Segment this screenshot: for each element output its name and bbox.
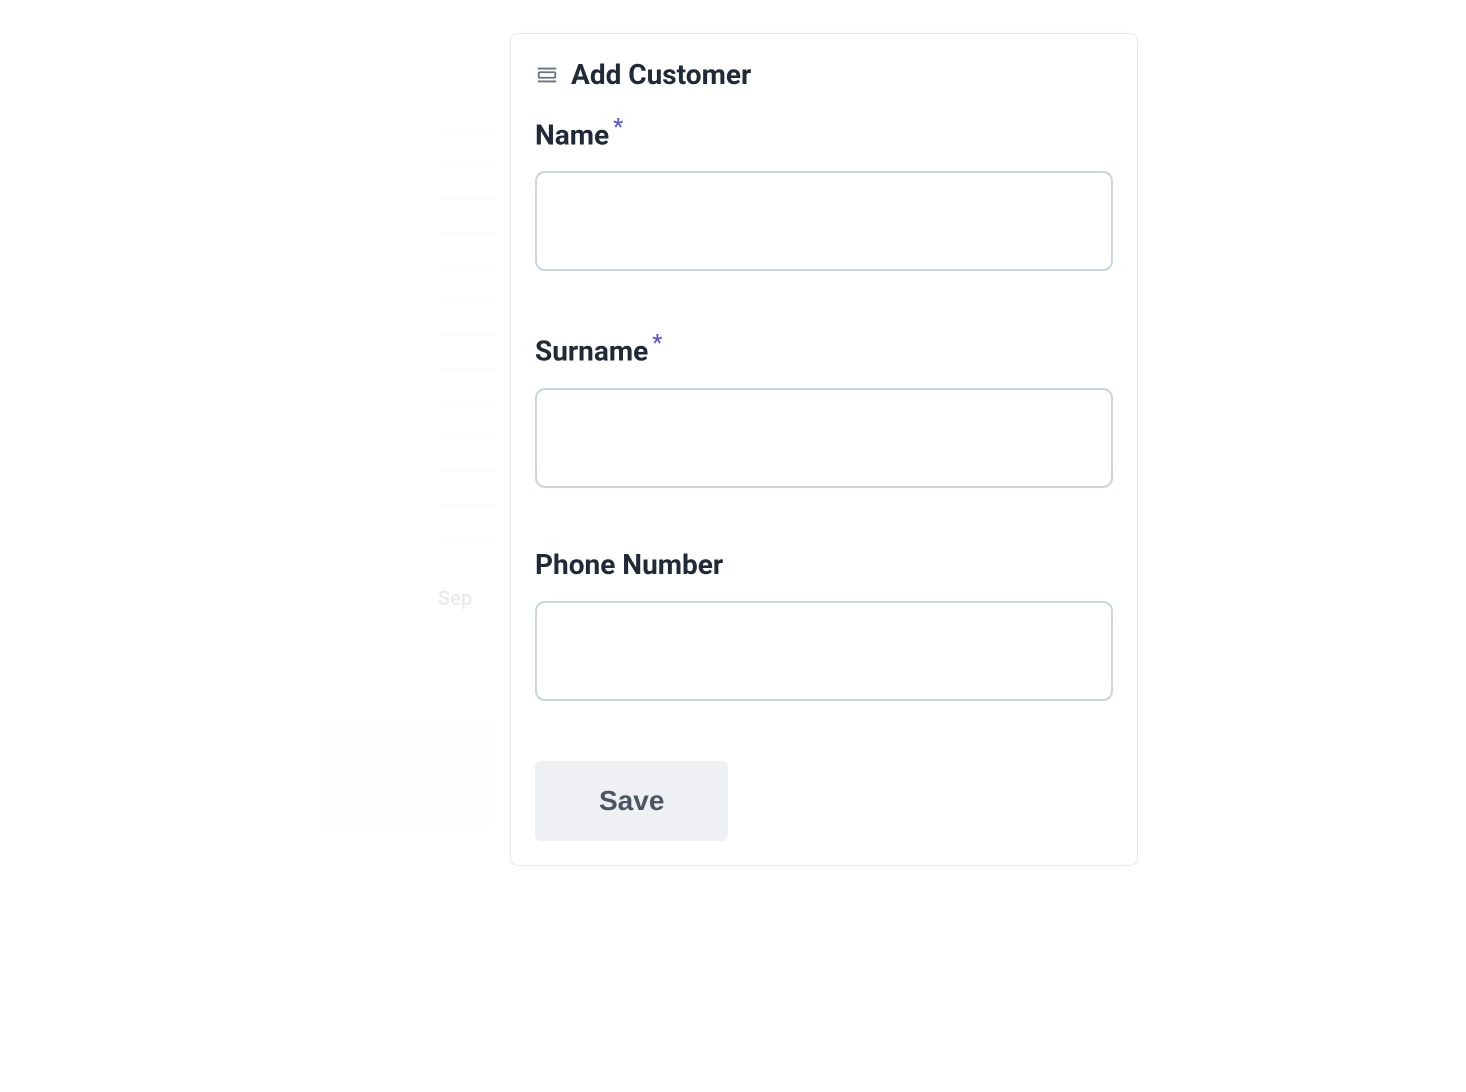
surname-label: Surname* xyxy=(535,331,1113,367)
background-month-label: Sep xyxy=(438,586,472,610)
surname-label-text: Surname xyxy=(535,335,648,368)
phone-input[interactable] xyxy=(535,601,1113,701)
phone-label: Phone Number xyxy=(535,548,1113,581)
name-label-text: Name xyxy=(535,118,609,151)
surname-input[interactable] xyxy=(535,388,1113,488)
phone-field-group: Phone Number xyxy=(535,548,1113,701)
drawer-header: Add Customer xyxy=(535,58,1113,91)
background-faded-content: Sep xyxy=(0,0,510,1092)
form-icon xyxy=(535,63,559,87)
required-star-icon: * xyxy=(613,115,623,140)
name-field-group: Name* xyxy=(535,115,1113,271)
phone-label-text: Phone Number xyxy=(535,548,723,581)
save-button[interactable]: Save xyxy=(535,761,728,841)
name-label: Name* xyxy=(535,115,1113,151)
surname-field-group: Surname* xyxy=(535,331,1113,487)
name-input[interactable] xyxy=(535,171,1113,271)
drawer-title: Add Customer xyxy=(571,58,751,91)
add-customer-drawer: Add Customer Name* Surname* Phone Number… xyxy=(510,33,1138,866)
background-card xyxy=(320,720,490,828)
required-star-icon: * xyxy=(652,331,662,356)
